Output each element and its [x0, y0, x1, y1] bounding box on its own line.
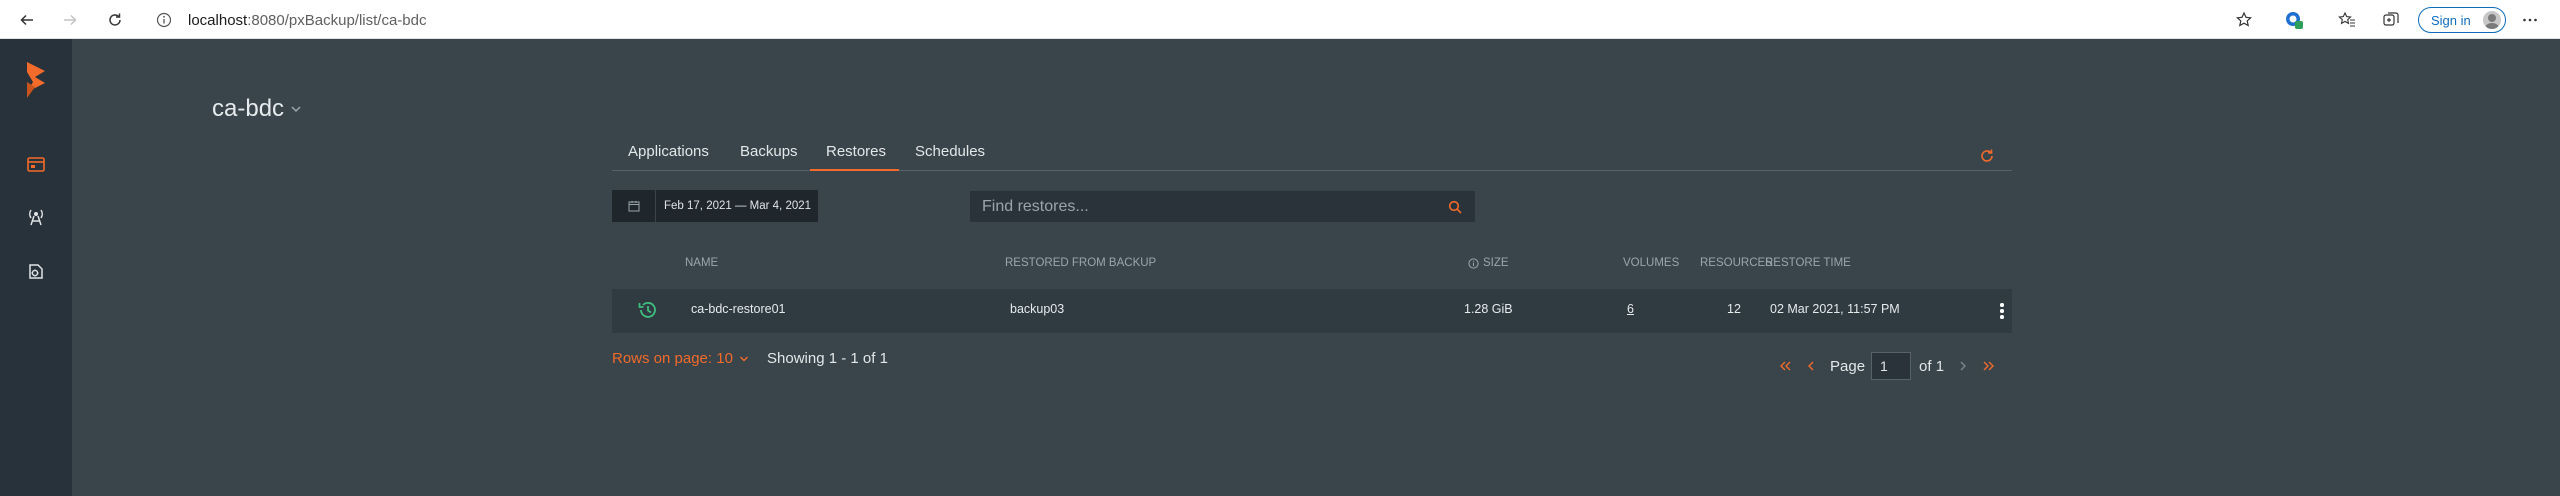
forward-button[interactable] [58, 8, 82, 32]
policies-icon[interactable] [22, 257, 50, 285]
url-host: localhost [188, 11, 248, 29]
first-page-button[interactable] [1772, 353, 1798, 379]
sign-in-label: Sign in [2431, 12, 2471, 28]
tab-label: Backups [740, 143, 798, 160]
chevron-left-icon [1808, 361, 1814, 371]
tab-schedules[interactable]: Schedules [915, 139, 985, 171]
tab-restores[interactable]: Restores [810, 139, 899, 171]
avatar [2483, 11, 2501, 29]
info-icon [1468, 257, 1479, 269]
restore-success-icon [638, 302, 656, 318]
settings-menu-button[interactable] [2519, 9, 2541, 31]
reload-icon [109, 13, 121, 26]
column-volumes[interactable]: VOLUMES [1623, 257, 1679, 269]
search-button[interactable] [1435, 191, 1475, 222]
extension-icon [2286, 12, 2303, 29]
portworx-logo-icon[interactable] [19, 60, 53, 100]
sign-in-button[interactable]: Sign in [2418, 7, 2506, 33]
search-icon [1448, 200, 1462, 214]
pagination: Page of 1 [1772, 352, 2002, 380]
column-label: RESTORE TIME [1765, 257, 1851, 269]
back-button[interactable] [15, 8, 39, 32]
star-plus-icon [2236, 11, 2252, 27]
date-range-text: Feb 17, 2021 — Mar 4, 2021 [664, 200, 812, 212]
more-horizontal-icon [2523, 18, 2537, 22]
tab-bar: Applications Backups Restores Schedules [612, 139, 2012, 171]
chevron-right-icon [1960, 361, 1967, 371]
restore-name[interactable]: ca-bdc-restore01 [691, 302, 786, 316]
collections-button[interactable] [2380, 9, 2402, 31]
showing-count: Showing 1 - 1 of 1 [767, 350, 888, 367]
calendar-icon[interactable] [612, 190, 656, 222]
collections-icon [2383, 12, 2399, 26]
restore-size: 1.28 GiB [1464, 302, 1513, 316]
search-box [970, 191, 1475, 222]
tab-label: Restores [826, 143, 887, 160]
favorite-add-button[interactable] [2233, 9, 2255, 31]
rows-per-page-selector[interactable]: Rows on page: 10 [612, 350, 749, 367]
column-label: RESTORED FROM BACKUP [1005, 257, 1157, 269]
main-content: ca-bdc Applications Backups Restores Sch… [72, 39, 2560, 496]
backups-icon[interactable] [22, 150, 50, 178]
refresh-icon [1981, 149, 1993, 162]
date-range-picker[interactable]: Feb 17, 2021 — Mar 4, 2021 [612, 190, 818, 222]
chevron-down-icon [291, 106, 301, 113]
column-restore-time[interactable]: RESTORE TIME [1765, 257, 1851, 269]
address-bar[interactable]: localhost:8080/pxBackup/list/ca-bdc [150, 6, 2240, 34]
restored-from-backup: backup03 [1010, 302, 1065, 316]
column-backup[interactable]: RESTORED FROM BACKUP [1005, 257, 1156, 269]
column-label: SIZE [1483, 257, 1509, 269]
chevrons-left-icon [1780, 361, 1791, 371]
volumes-link[interactable]: 6 [1627, 302, 1634, 316]
cluster-name: ca-bdc [212, 95, 285, 122]
favorites-button[interactable] [2336, 9, 2358, 31]
rows-per-page-label: Rows on page: 10 [612, 350, 733, 367]
tab-applications[interactable]: Applications [628, 139, 709, 171]
info-icon[interactable] [156, 12, 172, 28]
prev-page-button[interactable] [1798, 353, 1824, 379]
cloud-settings-icon[interactable] [22, 203, 50, 231]
table-header: NAME RESTORED FROM BACKUP SIZE VOLUMES R… [612, 251, 2012, 279]
restore-time: 02 Mar 2021, 11:57 PM [1770, 302, 1900, 316]
page-label: Page [1830, 357, 1866, 375]
last-page-button[interactable] [1976, 353, 2002, 379]
page-total: of 1 [1919, 357, 1945, 375]
refresh-button[interactable] [1978, 147, 1998, 167]
column-resources[interactable]: RESOURCES [1700, 257, 1773, 269]
app-sidebar [0, 39, 72, 496]
table-row[interactable]: ca-bdc-restore01 backup03 1.28 GiB 6 12 … [612, 289, 2012, 333]
extension-button[interactable] [2283, 9, 2305, 31]
search-input[interactable] [970, 191, 1435, 222]
column-label: RESOURCES [1700, 257, 1773, 269]
arrow-left-icon [20, 14, 33, 26]
tab-backups[interactable]: Backups [740, 139, 798, 171]
chevron-down-icon [739, 356, 748, 361]
cluster-selector[interactable]: ca-bdc [212, 95, 302, 123]
url-path: :8080/pxBackup/list/ca-bdc [247, 11, 427, 29]
resources-count: 12 [1727, 302, 1741, 316]
column-label: NAME [685, 257, 719, 269]
page-number-input[interactable] [1871, 352, 1912, 380]
chevrons-right-icon [1983, 361, 1995, 371]
tab-label: Schedules [915, 143, 986, 160]
row-actions-button[interactable] [1998, 299, 2006, 323]
favorites-icon [2338, 11, 2355, 27]
browser-toolbar: localhost:8080/pxBackup/list/ca-bdc Sign… [0, 0, 2560, 39]
column-name[interactable]: NAME [685, 257, 718, 269]
arrow-right-icon [64, 14, 77, 26]
column-size[interactable]: SIZE [1468, 257, 1509, 269]
next-page-button[interactable] [1950, 353, 1976, 379]
column-label: VOLUMES [1623, 257, 1680, 269]
tab-label: Applications [628, 143, 709, 160]
url-text: localhost:8080/pxBackup/list/ca-bdc [188, 12, 426, 29]
reload-button[interactable] [103, 8, 127, 32]
